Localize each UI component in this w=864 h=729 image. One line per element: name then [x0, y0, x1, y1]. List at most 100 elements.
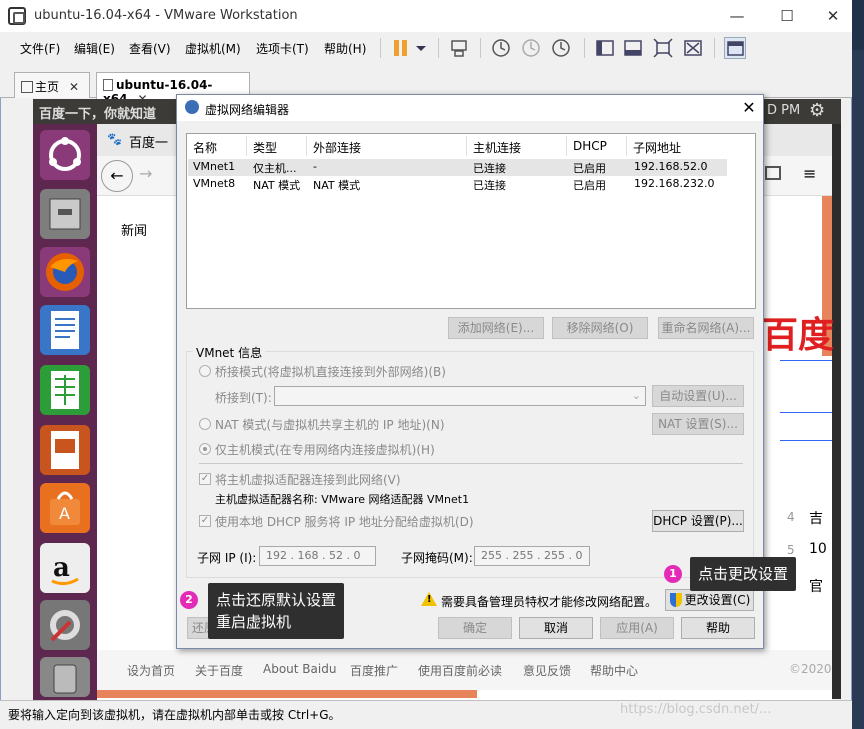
- send-ctrl-alt-del-icon[interactable]: [448, 37, 470, 59]
- subnet-ip-label: 子网 IP (I):: [197, 551, 257, 565]
- footer-link[interactable]: 设为首页: [127, 662, 175, 679]
- footer-link[interactable]: 百度推广: [350, 662, 398, 679]
- settings-gear-icon[interactable]: ⚙: [809, 100, 825, 121]
- impress-icon[interactable]: [40, 425, 90, 475]
- tab-close-icon[interactable]: ✕: [69, 80, 79, 94]
- menu-help[interactable]: 帮助(H): [324, 40, 366, 57]
- forward-button[interactable]: →: [139, 164, 152, 183]
- maximize-button[interactable]: ☐: [764, 0, 810, 32]
- footer-link[interactable]: 使用百度前必读: [418, 662, 502, 679]
- column-header[interactable]: DHCP: [567, 136, 627, 156]
- calc-icon[interactable]: [40, 365, 90, 415]
- column-header[interactable]: 名称: [187, 136, 247, 156]
- firefox-icon[interactable]: [40, 247, 90, 297]
- console-view-icon[interactable]: [724, 37, 746, 59]
- cell-host: 已连接: [473, 179, 506, 192]
- cell-name: VMnet1: [193, 160, 236, 173]
- trash-icon[interactable]: [40, 657, 90, 697]
- minimize-button[interactable]: —: [714, 0, 760, 32]
- browser-tab-title[interactable]: 百度一: [129, 132, 168, 151]
- auto-settings-button[interactable]: 自动设置(U)...: [652, 385, 744, 407]
- cell-name: VMnet8: [193, 177, 236, 190]
- toolbar-separator: [714, 38, 715, 58]
- footer-link[interactable]: 意见反馈: [523, 662, 571, 679]
- menu-vm[interactable]: 虚拟机(M): [185, 40, 241, 57]
- back-button[interactable]: ←: [101, 160, 133, 192]
- amazon-icon[interactable]: a: [40, 543, 90, 593]
- connect-adapter-checkbox[interactable]: ✓: [199, 473, 211, 485]
- hot-item-text[interactable]: 10: [809, 541, 827, 557]
- menu-view[interactable]: 查看(V): [129, 40, 171, 57]
- unity-mode-icon[interactable]: [682, 37, 704, 59]
- full-screen-icon[interactable]: [652, 37, 674, 59]
- system-settings-icon[interactable]: [40, 600, 90, 650]
- radio-dot: [203, 447, 207, 451]
- files-icon[interactable]: [40, 189, 90, 239]
- column-header[interactable]: 类型: [247, 136, 307, 156]
- menu-edit[interactable]: 编辑(E): [74, 40, 115, 57]
- dhcp-settings-button[interactable]: DHCP 设置(P)...: [652, 510, 744, 532]
- footer-link[interactable]: 关于百度: [195, 662, 243, 679]
- news-link[interactable]: 新闻: [121, 220, 147, 239]
- help-button[interactable]: 帮助: [681, 617, 755, 639]
- nat-mode-label: NAT 模式(与虚拟机共享主机的 IP 地址)(N): [215, 418, 445, 432]
- vmware-app-icon: [8, 7, 26, 25]
- tab-home[interactable]: 主页 ✕: [14, 72, 90, 98]
- software-center-icon[interactable]: A: [40, 483, 90, 533]
- nat-mode-radio[interactable]: [199, 418, 211, 430]
- menu-file[interactable]: 文件(F): [20, 40, 60, 57]
- pause-icon[interactable]: [390, 37, 412, 59]
- host-only-radio[interactable]: [199, 443, 211, 455]
- cell-type: NAT 模式: [253, 179, 301, 192]
- thumbnail-bar-icon[interactable]: [622, 37, 644, 59]
- admin-warning-text: 需要具备管理员特权才能修改网络配置。: [441, 595, 658, 609]
- use-dhcp-checkbox[interactable]: ✓: [199, 515, 211, 527]
- annotation-restore-defaults: 点击还原默认设置 重启虚拟机: [208, 583, 345, 639]
- writer-icon[interactable]: [40, 305, 90, 355]
- svg-text:A: A: [59, 504, 70, 523]
- ubuntu-dash-icon[interactable]: [40, 130, 90, 180]
- add-network-button[interactable]: 添加网络(E)...: [448, 317, 544, 339]
- footer-link[interactable]: 帮助中心: [590, 662, 638, 679]
- show-library-icon[interactable]: [594, 37, 616, 59]
- subnet-ip-field[interactable]: 192 . 168 . 52 . 0: [259, 546, 376, 566]
- apply-button[interactable]: 应用(A): [600, 617, 674, 639]
- cell-dhcp: 已启用: [573, 162, 606, 175]
- annotation-badge-1: 1: [664, 565, 682, 583]
- hot-item-text[interactable]: 官: [809, 576, 823, 596]
- ok-button[interactable]: 确定: [438, 617, 512, 639]
- bridge-to-select[interactable]: ⌄: [274, 386, 646, 406]
- snapshot-manager-icon[interactable]: [550, 37, 572, 59]
- bridge-mode-radio[interactable]: [199, 365, 211, 377]
- use-dhcp-label: 使用本地 DHCP 服务将 IP 地址分配给虚拟机(D): [215, 515, 474, 529]
- column-header[interactable]: 主机连接: [467, 136, 567, 156]
- baidu-logo: 百度: [762, 315, 835, 356]
- menu-tabs[interactable]: 选项卡(T): [256, 40, 309, 57]
- footer-link[interactable]: About Baidu: [263, 662, 336, 676]
- nat-settings-button[interactable]: NAT 设置(S)...: [652, 413, 744, 435]
- dropdown-arrow-icon[interactable]: [410, 37, 432, 59]
- cancel-button[interactable]: 取消: [519, 617, 593, 639]
- snapshot-icon[interactable]: [490, 37, 512, 59]
- table-row[interactable]: VMnet8 NAT 模式 NAT 模式 已连接 已启用 192.168.232…: [188, 176, 727, 193]
- rename-network-button[interactable]: 重命名网络(A)...: [658, 317, 754, 339]
- column-header[interactable]: 外部连接: [307, 136, 467, 156]
- close-button[interactable]: ✕: [810, 0, 856, 32]
- column-header[interactable]: 子网地址: [627, 136, 727, 156]
- reader-view-icon[interactable]: [765, 166, 781, 180]
- hamburger-menu-icon[interactable]: ≡: [803, 164, 816, 183]
- host-only-label: 仅主机模式(在专用网络内连接虚拟机)(H): [215, 443, 435, 457]
- cell-external: -: [313, 160, 317, 173]
- ubuntu-clock: D PM: [767, 103, 801, 118]
- cell-external: NAT 模式: [313, 179, 361, 192]
- remove-network-button[interactable]: 移除网络(O): [552, 317, 648, 339]
- hot-item-text[interactable]: 吉: [809, 508, 823, 528]
- subnet-mask-field[interactable]: 255 . 255 . 255 . 0: [474, 546, 590, 566]
- ubuntu-window-title: 百度一下，你就知道: [39, 107, 157, 122]
- table-row[interactable]: VMnet1 仅主机... - 已连接 已启用 192.168.52.0: [188, 159, 727, 176]
- divider-line: [780, 412, 832, 413]
- baidu-footer: 设为首页 关于百度 About Baidu 百度推广 使用百度前必读 意见反馈 …: [97, 650, 832, 690]
- revert-snapshot-icon[interactable]: [520, 37, 542, 59]
- dialog-close-button[interactable]: ✕: [737, 97, 761, 119]
- change-settings-button[interactable]: 更改设置(C): [665, 589, 754, 611]
